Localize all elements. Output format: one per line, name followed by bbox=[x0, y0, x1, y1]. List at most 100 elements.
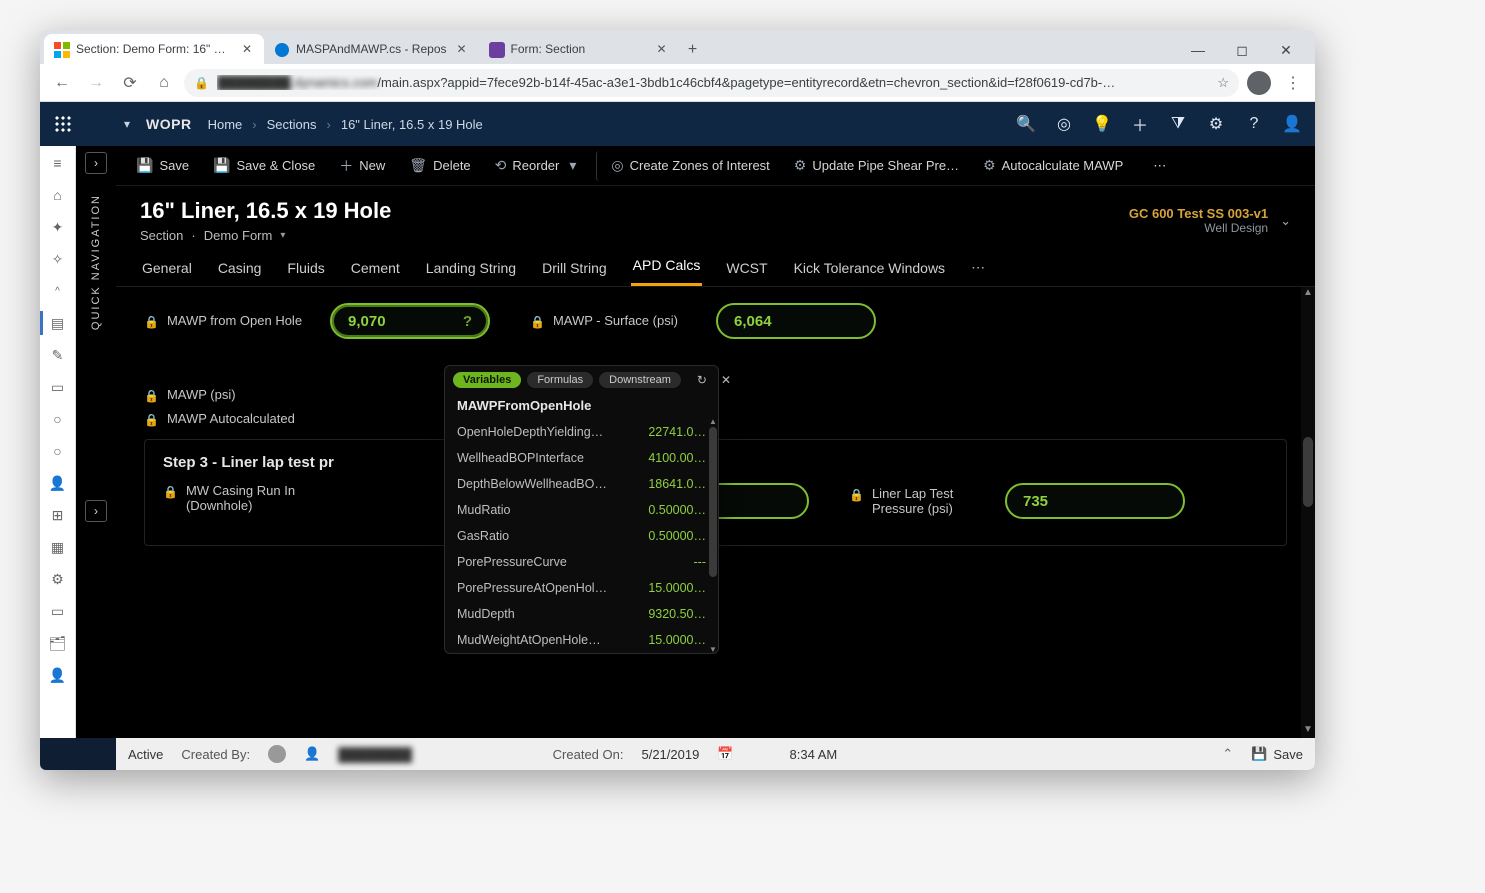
liner-lap-input[interactable]: 735 bbox=[1005, 483, 1185, 519]
rail-nav-icon[interactable]: ○ bbox=[49, 410, 67, 428]
rail-nav-icon[interactable]: ✎ bbox=[49, 346, 67, 364]
list-item[interactable]: DepthBelowWellheadBO…18641.0… bbox=[445, 471, 718, 497]
list-item[interactable]: MudRatio0.50000… bbox=[445, 497, 718, 523]
tab-general[interactable]: General bbox=[140, 260, 194, 286]
rail-nav-icon[interactable]: 🗂 bbox=[49, 634, 67, 652]
expand-button[interactable]: › bbox=[85, 500, 107, 522]
filter-icon[interactable]: ⧩ bbox=[1169, 115, 1187, 133]
rail-nav-icon[interactable]: ○ bbox=[49, 442, 67, 460]
save-button[interactable]: 💾Save bbox=[126, 151, 199, 181]
back-button[interactable]: ← bbox=[48, 69, 76, 97]
search-icon[interactable]: 🔍 bbox=[1017, 115, 1035, 133]
chevron-down-icon[interactable]: ▾ bbox=[280, 230, 285, 241]
rail-user-icon[interactable]: 👤 bbox=[49, 666, 67, 684]
rail-nav-icon[interactable]: ▭ bbox=[49, 378, 67, 396]
breadcrumb-item[interactable]: 16" Liner, 16.5 x 19 Hole bbox=[341, 117, 483, 132]
popup-tab-downstream[interactable]: Downstream bbox=[599, 372, 681, 388]
rail-nav-icon[interactable]: ▤ bbox=[49, 314, 67, 332]
url-input[interactable]: 🔒 ████████.dynamics.com/main.aspx?appid=… bbox=[184, 69, 1239, 97]
save-close-button[interactable]: 💾Save & Close bbox=[203, 151, 325, 181]
list-item[interactable]: GasRatio0.50000… bbox=[445, 523, 718, 549]
form-name[interactable]: Demo Form bbox=[204, 228, 273, 243]
close-window-button[interactable]: ✕ bbox=[1267, 36, 1305, 64]
reload-button[interactable]: ⟳ bbox=[116, 69, 144, 97]
maximize-button[interactable]: ◻ bbox=[1223, 36, 1261, 64]
update-shear-button[interactable]: ⚙Update Pipe Shear Pre… bbox=[784, 151, 969, 181]
tab-overflow[interactable]: ⋯ bbox=[969, 259, 987, 286]
content-scrollbar[interactable]: ▲ ▼ bbox=[1301, 287, 1315, 738]
chevron-down-icon[interactable]: ▾ bbox=[124, 117, 130, 131]
mawp-surface-input[interactable]: 6,064 bbox=[716, 303, 876, 339]
more-commands-button[interactable]: ⋯ bbox=[1143, 151, 1176, 181]
tab-landing-string[interactable]: Landing String bbox=[424, 260, 518, 286]
browser-tab-1[interactable]: MASPAndMAWP.cs - Repos ✕ bbox=[264, 34, 479, 64]
chevron-up-icon[interactable]: ⌃ bbox=[1222, 746, 1233, 762]
breadcrumb-item[interactable]: Sections bbox=[267, 117, 317, 132]
new-tab-button[interactable]: + bbox=[679, 36, 707, 64]
rail-nav-icon[interactable]: ✦ bbox=[49, 218, 67, 236]
scroll-down-icon[interactable]: ▼ bbox=[1301, 724, 1315, 738]
scroll-up-icon[interactable]: ▲ bbox=[1301, 287, 1315, 301]
reorder-button[interactable]: ⟲Reorder▾ bbox=[485, 151, 587, 181]
create-zones-button[interactable]: ◎Create Zones of Interest bbox=[596, 151, 779, 181]
list-item[interactable]: WellheadBOPInterface4100.00… bbox=[445, 445, 718, 471]
popup-tab-variables[interactable]: Variables bbox=[453, 372, 521, 388]
tab-wcst[interactable]: WCST bbox=[724, 260, 769, 286]
close-icon[interactable]: ✕ bbox=[717, 373, 735, 387]
list-item[interactable]: MudWeightAtOpenHole…15.0000… bbox=[445, 627, 718, 653]
rail-gear-icon[interactable]: ⚙ bbox=[49, 570, 67, 588]
refresh-icon[interactable]: ↻ bbox=[693, 373, 711, 387]
list-item[interactable]: MudDepth9320.50… bbox=[445, 601, 718, 627]
list-item[interactable]: PorePressureAtOpenHol…15.0000… bbox=[445, 575, 718, 601]
rail-nav-icon[interactable]: ✧ bbox=[49, 250, 67, 268]
scroll-down-icon[interactable]: ▼ bbox=[709, 645, 717, 653]
scroll-thumb[interactable] bbox=[709, 427, 717, 577]
close-icon[interactable]: ✕ bbox=[455, 42, 469, 56]
lightbulb-icon[interactable]: 💡 bbox=[1093, 115, 1111, 133]
kebab-menu-button[interactable]: ⋮ bbox=[1279, 69, 1307, 97]
task-icon[interactable]: ◎ bbox=[1055, 115, 1073, 133]
minimize-button[interactable]: — bbox=[1179, 36, 1217, 64]
rail-nav-icon[interactable]: ⊞ bbox=[49, 506, 67, 524]
plus-icon[interactable]: ＋ bbox=[1131, 115, 1149, 133]
waffle-icon[interactable] bbox=[54, 115, 72, 133]
breadcrumb-item[interactable]: Home bbox=[208, 117, 243, 132]
popup-tab-formulas[interactable]: Formulas bbox=[527, 372, 593, 388]
autocalc-mawp-button[interactable]: ⚙Autocalculate MAWP bbox=[973, 151, 1133, 181]
help-icon[interactable]: ? bbox=[463, 313, 472, 330]
footer-save-button[interactable]: 💾Save bbox=[1251, 746, 1303, 762]
browser-tab-0[interactable]: Section: Demo Form: 16" Liner, 1… ✕ bbox=[44, 34, 264, 64]
tab-cement[interactable]: Cement bbox=[349, 260, 402, 286]
mawp-open-hole-input[interactable]: 9,070 ? bbox=[330, 303, 490, 339]
browser-tab-2[interactable]: Form: Section ✕ bbox=[479, 34, 679, 64]
home-button[interactable]: ⌂ bbox=[150, 69, 178, 97]
new-button[interactable]: ＋New bbox=[329, 151, 395, 181]
close-icon[interactable]: ✕ bbox=[240, 42, 254, 56]
scroll-thumb[interactable] bbox=[1303, 437, 1313, 507]
rail-nav-icon[interactable]: 👤 bbox=[49, 474, 67, 492]
rail-nav-icon[interactable]: ▭ bbox=[49, 602, 67, 620]
scroll-up-icon[interactable]: ▲ bbox=[709, 419, 717, 427]
forward-button[interactable]: → bbox=[82, 69, 110, 97]
tab-drill-string[interactable]: Drill String bbox=[540, 260, 609, 286]
user-icon[interactable]: 👤 bbox=[1283, 115, 1301, 133]
chevron-down-icon[interactable]: ⌄ bbox=[1280, 213, 1291, 229]
delete-button[interactable]: 🗑Delete bbox=[399, 151, 480, 181]
bookmark-icon[interactable]: ☆ bbox=[1217, 75, 1229, 91]
tab-casing[interactable]: Casing bbox=[216, 260, 264, 286]
tab-apd-calcs[interactable]: APD Calcs bbox=[631, 257, 703, 286]
calendar-icon[interactable]: 📅 bbox=[717, 746, 733, 762]
close-icon[interactable]: ✕ bbox=[655, 42, 669, 56]
popup-scrollbar[interactable]: ▲ ▼ bbox=[709, 419, 717, 653]
rail-home-icon[interactable]: ⌂ bbox=[49, 186, 67, 204]
header-related-title[interactable]: GC 600 Test SS 003-v1 bbox=[1129, 206, 1268, 221]
help-icon[interactable]: ? bbox=[1245, 115, 1263, 133]
profile-button[interactable] bbox=[1245, 69, 1273, 97]
tab-fluids[interactable]: Fluids bbox=[285, 260, 326, 286]
list-item[interactable]: PorePressureCurve--- bbox=[445, 549, 718, 575]
list-item[interactable]: OpenHoleDepthYielding…22741.0… bbox=[445, 419, 718, 445]
tab-kick-tolerance[interactable]: Kick Tolerance Windows bbox=[792, 260, 947, 286]
rail-nav-icon[interactable]: ^ bbox=[49, 282, 67, 300]
gear-icon[interactable]: ⚙ bbox=[1207, 115, 1225, 133]
rail-nav-icon[interactable]: ▦ bbox=[49, 538, 67, 556]
